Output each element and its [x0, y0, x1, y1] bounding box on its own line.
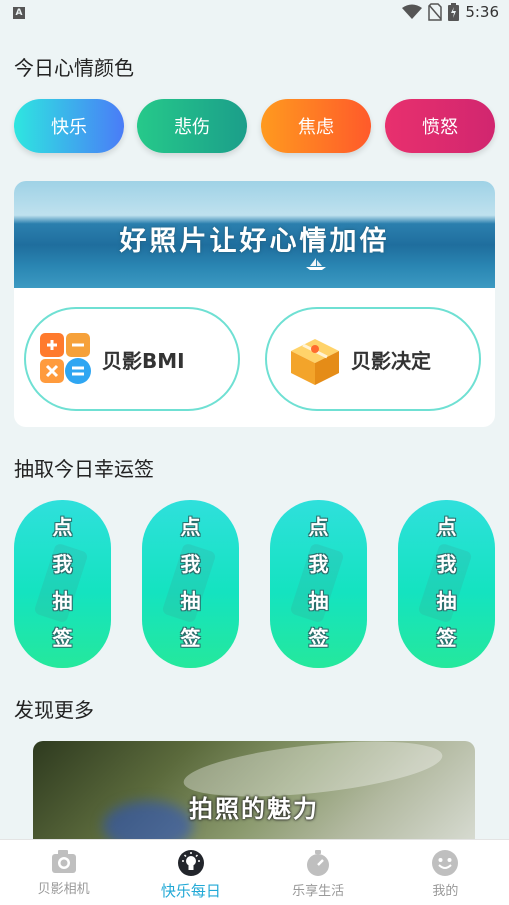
mood-label: 快乐	[51, 117, 87, 138]
lottery-char: 我	[308, 552, 329, 576]
mood-row: 快乐 悲伤 焦虑 愤怒	[14, 99, 495, 153]
lottery-char: 签	[436, 626, 457, 650]
discover-caption: 拍照的魅力	[189, 795, 319, 823]
no-sim-icon	[428, 3, 443, 21]
mood-label: 悲伤	[174, 117, 210, 138]
lottery-card[interactable]: 点 我 抽 签	[398, 500, 495, 668]
mood-button-sad[interactable]: 悲伤	[137, 99, 247, 153]
lottery-section-title: 抽取今日幸运签	[14, 457, 154, 481]
lottery-char: 点	[180, 515, 201, 539]
lottery-char: 点	[436, 515, 457, 539]
tab-camera[interactable]: 贝影相机	[0, 840, 127, 905]
lottery-card[interactable]: 点 我 抽 签	[142, 500, 239, 668]
lottery-char: 我	[436, 552, 457, 576]
status-time: 5:36	[465, 3, 499, 21]
discover-card[interactable]: 拍照的魅力	[33, 741, 475, 839]
tab-life[interactable]: 乐享生活	[255, 840, 382, 905]
box-icon	[291, 339, 339, 385]
smile-icon	[432, 850, 459, 876]
bottom-tab-bar: 贝影相机 快乐每日 乐享生活 我的	[0, 839, 509, 905]
mood-button-anxious[interactable]: 焦虑	[261, 99, 371, 153]
tools-card: 好照片让好心情加倍 贝影BMI 贝影决定	[14, 181, 495, 427]
tab-label: 乐享生活	[292, 884, 345, 899]
lottery-char: 点	[52, 515, 73, 539]
mood-button-happy[interactable]: 快乐	[14, 99, 124, 153]
lottery-char: 我	[52, 552, 73, 576]
tab-label: 贝影相机	[37, 882, 90, 897]
lottery-char: 抽	[436, 589, 457, 613]
mood-label: 愤怒	[422, 117, 458, 138]
lottery-char: 抽	[52, 589, 73, 613]
stopwatch-icon	[307, 850, 330, 876]
bmi-tool-button[interactable]: 贝影BMI	[24, 307, 240, 411]
lottery-char: 点	[308, 515, 329, 539]
lottery-card[interactable]: 点 我 抽 签	[14, 500, 111, 668]
status-right: 5:36	[402, 3, 499, 21]
decide-tool-label: 贝影决定	[351, 348, 431, 373]
lottery-char: 我	[180, 552, 201, 576]
bulb-icon	[177, 850, 204, 876]
status-bar: A 5:36	[0, 0, 509, 28]
tab-label: 快乐每日	[160, 882, 221, 900]
lottery-char: 签	[52, 626, 73, 650]
camera-icon	[51, 850, 76, 873]
discover-section-title: 发现更多	[14, 698, 94, 722]
wifi-icon	[402, 4, 423, 19]
lottery-card[interactable]: 点 我 抽 签	[270, 500, 367, 668]
lottery-char: 签	[308, 626, 329, 650]
mood-label: 焦虑	[298, 117, 334, 138]
lottery-char: 抽	[180, 589, 201, 613]
banner-slogan: 好照片让好心情加倍	[119, 226, 390, 257]
lottery-char: 签	[180, 626, 201, 650]
boat-icon	[306, 258, 326, 270]
calculator-icon	[40, 333, 91, 384]
lottery-row: 点 我 抽 签 点 我 抽 签 点 我 抽 签 点 我 抽 签	[14, 500, 495, 668]
tab-daily[interactable]: 快乐每日	[127, 840, 254, 905]
battery-icon	[448, 3, 460, 21]
banner-image: 好照片让好心情加倍	[14, 181, 495, 288]
tab-label: 我的	[432, 884, 459, 899]
a-icon: A	[13, 7, 25, 19]
bmi-tool-label: 贝影BMI	[102, 348, 185, 373]
lottery-char: 抽	[308, 589, 329, 613]
mood-section-title: 今日心情颜色	[14, 56, 134, 80]
mood-button-angry[interactable]: 愤怒	[385, 99, 495, 153]
decide-tool-button[interactable]: 贝影决定	[265, 307, 481, 411]
tab-mine[interactable]: 我的	[382, 840, 509, 905]
